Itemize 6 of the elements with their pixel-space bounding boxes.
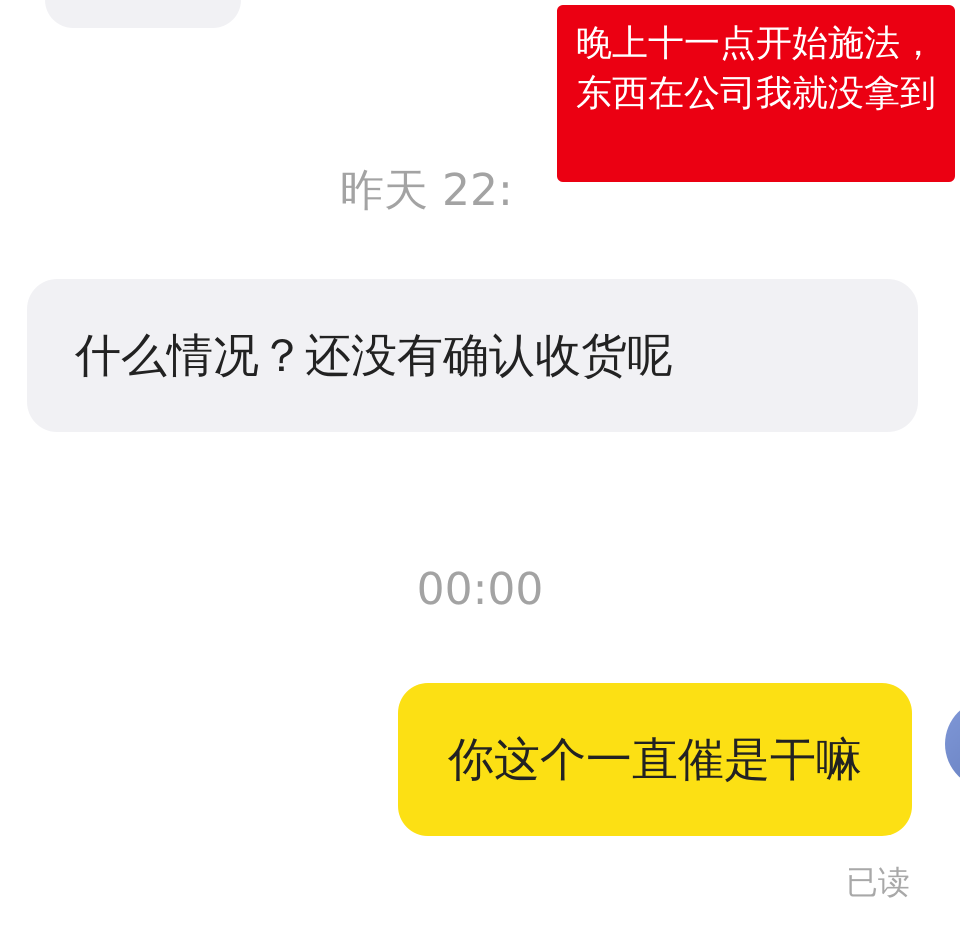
timestamp: 00:00 bbox=[416, 563, 544, 617]
message-bubble: 你这个一直催是干嘛 bbox=[398, 683, 912, 836]
annotation-note: 晚上十一点开始施法，东西在公司我就没拿到 bbox=[557, 5, 955, 182]
timestamp: 昨天 22: bbox=[340, 164, 513, 218]
read-status: 已读 bbox=[846, 862, 910, 903]
message-bubble: 什么情况？还没有确认收货呢 bbox=[27, 279, 918, 432]
